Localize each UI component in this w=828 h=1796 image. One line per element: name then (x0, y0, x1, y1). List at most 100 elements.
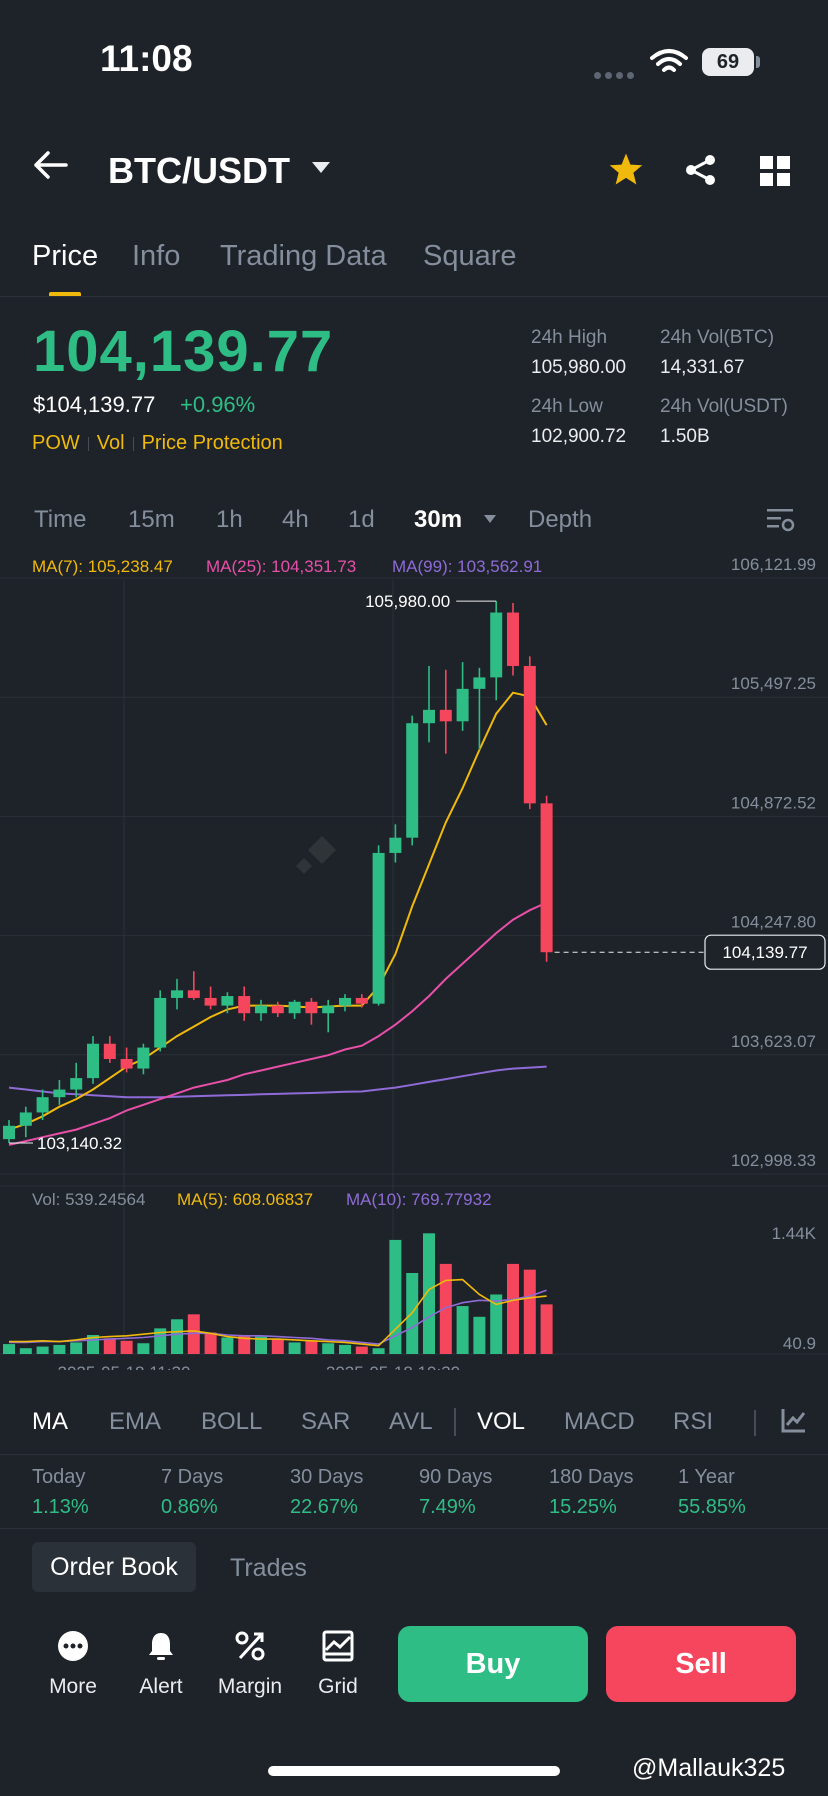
perf-value-90d: 7.49% (419, 1496, 476, 1518)
price-axis-label: 103,623.07 (731, 1032, 816, 1051)
volume-bar (120, 1340, 133, 1354)
candle-body (255, 1005, 267, 1014)
interval-15m[interactable]: 15m (128, 506, 175, 534)
alert-button[interactable]: Alert (121, 1630, 201, 1699)
24h-vol-usdt-value: 1.50B (660, 426, 710, 447)
tab-order-book[interactable]: Order Book (32, 1542, 196, 1592)
24h-low-value: 102,900.72 (531, 426, 627, 447)
volume-bar (305, 1340, 318, 1354)
indicator-sar[interactable]: SAR (301, 1408, 350, 1436)
volume-bar (271, 1339, 284, 1354)
volume-bar (70, 1342, 83, 1354)
indicator-vol[interactable]: VOL (477, 1408, 525, 1436)
share-icon[interactable] (684, 154, 718, 186)
indicator-chart-icon[interactable] (780, 1406, 808, 1434)
grid-label: Grid (318, 1675, 358, 1698)
indicator-macd[interactable]: MACD (564, 1408, 635, 1436)
ma25-line (8, 901, 548, 1146)
interval-1d[interactable]: 1d (348, 506, 375, 534)
price-axis-label: 104,247.80 (731, 913, 816, 932)
volume-bar (322, 1343, 335, 1354)
candle-body (238, 996, 251, 1014)
time-axis-label: 2025-05-18 11:30 (58, 1363, 191, 1370)
candle-body (322, 1005, 335, 1014)
back-arrow-icon[interactable] (32, 150, 68, 180)
candle-body (406, 723, 419, 838)
pair-title[interactable]: BTC/USDT (108, 150, 290, 192)
alert-label: Alert (139, 1675, 183, 1698)
candle-body (19, 1112, 32, 1126)
tab-price[interactable]: Price (32, 240, 98, 273)
time-axis-label: 2025-05-18 19:30 (326, 1363, 460, 1370)
indicator-ema[interactable]: EMA (109, 1408, 161, 1436)
buy-button[interactable]: Buy (398, 1626, 588, 1702)
indicator-boll[interactable]: BOLL (201, 1408, 262, 1436)
candle-body (490, 612, 503, 678)
candlestick-chart[interactable]: 106,121.99 105,497.25 104,872.52 104,247.80… (0, 540, 828, 1370)
candle-body (523, 665, 536, 804)
pair-dropdown-caret-icon[interactable] (312, 162, 330, 173)
volume-bar (473, 1316, 486, 1354)
margin-button[interactable]: Margin (210, 1630, 290, 1699)
tag-vol[interactable]: Vol (97, 432, 125, 454)
status-time: 11:08 (100, 38, 193, 79)
usd-price: $104,139.77 (33, 392, 156, 417)
battery-icon: 69 (702, 48, 754, 76)
candle-body (540, 803, 553, 953)
chart-settings-icon[interactable] (766, 506, 796, 534)
battery-tip (756, 56, 760, 68)
volume-bar (137, 1343, 150, 1354)
indicator-avl[interactable]: AVL (389, 1408, 433, 1436)
volume-bar (19, 1348, 32, 1354)
tab-trades[interactable]: Trades (230, 1554, 307, 1583)
price-axis-label: 104,872.52 (731, 793, 816, 812)
indicator-rsi[interactable]: RSI (673, 1408, 713, 1436)
price-axis-label: 106,121.99 (731, 555, 816, 574)
wifi-icon (650, 49, 688, 72)
grid-menu-icon[interactable] (760, 156, 790, 186)
candle-body (271, 1005, 284, 1014)
volume-bar (439, 1263, 452, 1354)
candle-body (70, 1078, 83, 1090)
margin-percent-icon (235, 1631, 265, 1661)
volume-bar (204, 1332, 217, 1354)
candle-body (53, 1089, 66, 1098)
volume-legend: Vol: 539.24564 (32, 1190, 146, 1209)
interval-1h[interactable]: 1h (216, 506, 243, 534)
candle-body (288, 1001, 301, 1014)
candle-body (103, 1043, 116, 1060)
indicator-more-edge (754, 1410, 756, 1436)
tag-price-protection[interactable]: Price Protection (142, 432, 283, 454)
home-indicator (268, 1766, 560, 1776)
candle-body (187, 990, 200, 998)
candle-body (36, 1097, 49, 1113)
tag-pow[interactable]: POW (32, 432, 80, 454)
candle-body (439, 709, 452, 722)
tab-trading-data[interactable]: Trading Data (220, 240, 387, 273)
candle-body (372, 852, 385, 1004)
tab-square[interactable]: Square (423, 240, 517, 273)
volume-bar (540, 1304, 553, 1354)
interval-4h[interactable]: 4h (282, 506, 309, 534)
volume-ma10-legend: MA(10): 769.77932 (346, 1190, 492, 1209)
tab-info[interactable]: Info (132, 240, 180, 273)
perf-value-30d: 22.67% (290, 1496, 358, 1518)
sell-button[interactable]: Sell (606, 1626, 796, 1702)
price-axis-label: 102,998.33 (731, 1151, 816, 1170)
interval-time[interactable]: Time (34, 506, 86, 534)
volume-bar (389, 1239, 402, 1354)
candle-body (171, 990, 183, 998)
perf-label-90d: 90 Days (419, 1466, 493, 1488)
interval-dropdown-icon[interactable] (484, 515, 496, 523)
volume-bar (3, 1344, 15, 1354)
candle-body (204, 997, 217, 1006)
interval-30m[interactable]: 30m (414, 506, 462, 534)
indicator-ma[interactable]: MA (32, 1408, 68, 1436)
more-button[interactable]: More (33, 1630, 113, 1699)
grid-bot-button[interactable]: Grid (298, 1630, 378, 1699)
favorite-star-icon[interactable] (608, 152, 644, 186)
perf-label-30d: 30 Days (290, 1466, 364, 1488)
coin-tags: POW Vol Price Protection (32, 432, 283, 455)
volume-bar (53, 1344, 66, 1354)
interval-depth[interactable]: Depth (528, 506, 592, 534)
